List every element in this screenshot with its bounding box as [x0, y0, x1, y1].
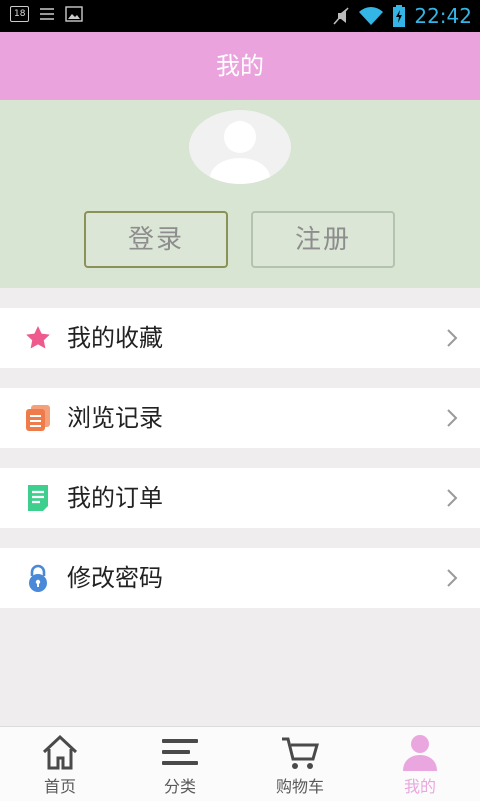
cart-icon [282, 737, 319, 769]
menu-item-history[interactable]: 浏览记录 [0, 388, 480, 448]
menu-label-history: 浏览记录 [67, 404, 163, 432]
menu-label-favorites: 我的收藏 [67, 324, 163, 352]
tab-label-mine: 我的 [403, 777, 436, 796]
status-bar: 18 22:42 [0, 0, 480, 32]
star-icon [26, 326, 50, 349]
mute-icon [333, 7, 349, 25]
chevron-right-icon [447, 329, 458, 347]
tab-mine[interactable]: 我的 [360, 727, 480, 801]
order-icon [28, 485, 48, 511]
profile-section: 登录 注册 [0, 100, 480, 288]
tab-label-home: 首页 [43, 777, 76, 796]
menu-lines-icon [40, 8, 55, 20]
clock: 22:42 [414, 4, 472, 28]
image-icon [65, 6, 84, 22]
wifi-icon [359, 7, 384, 25]
tab-home[interactable]: 首页 [0, 727, 120, 801]
bottom-tab-bar: 首页 分类 购物车 我的 [0, 726, 480, 801]
category-icon [162, 739, 198, 765]
chevron-right-icon [447, 489, 458, 507]
menu-label-orders: 我的订单 [67, 484, 163, 512]
login-button[interactable]: 登录 [84, 211, 228, 268]
tab-label-category: 分类 [163, 777, 196, 796]
lock-icon [29, 564, 47, 592]
chevron-right-icon [447, 409, 458, 427]
tab-cart[interactable]: 购物车 [240, 727, 360, 801]
menu-item-favorites[interactable]: 我的收藏 [0, 308, 480, 368]
chevron-right-icon [447, 569, 458, 587]
tab-label-cart: 购物车 [275, 777, 324, 796]
avatar[interactable] [189, 110, 291, 184]
page-title: 我的 [0, 32, 480, 100]
battery-icon [393, 5, 406, 27]
home-icon [42, 734, 78, 770]
tab-category[interactable]: 分类 [120, 727, 240, 801]
default-avatar-icon [210, 121, 270, 184]
menu-item-orders[interactable]: 我的订单 [0, 468, 480, 528]
history-icon [26, 405, 50, 431]
register-button[interactable]: 注册 [251, 211, 395, 268]
menu-item-change-password[interactable]: 修改密码 [0, 548, 480, 608]
menu-label-change-password: 修改密码 [67, 564, 163, 592]
user-icon [403, 735, 437, 771]
notification-badge: 18 [10, 6, 30, 22]
